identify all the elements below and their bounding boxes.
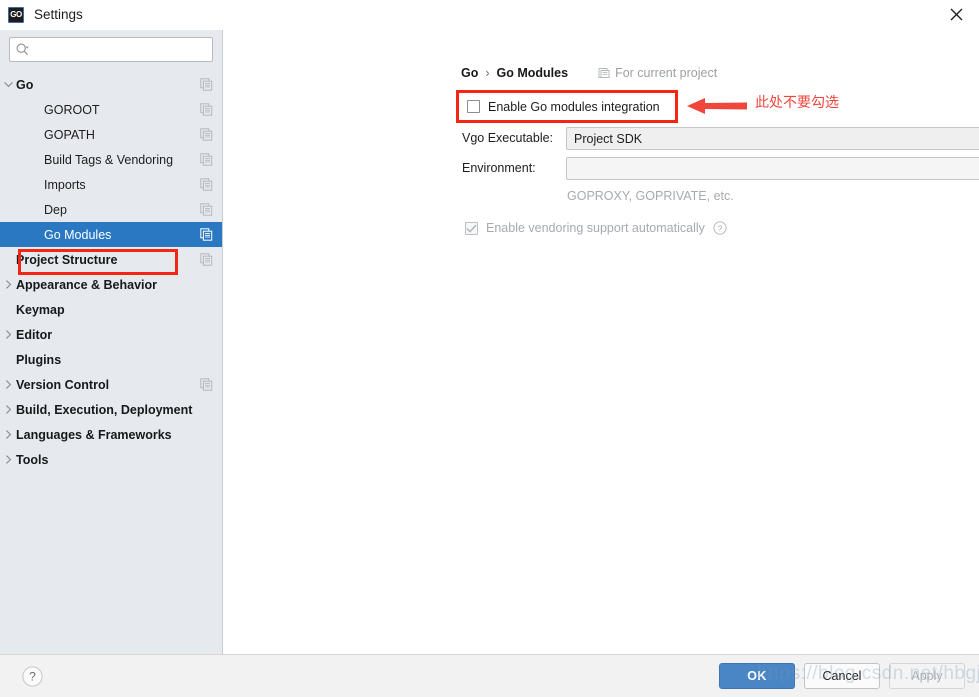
title-bar: GO Settings: [0, 0, 979, 29]
vgo-executable-combo[interactable]: Project SDK 1.15.4: [566, 127, 979, 150]
copy-settings-icon[interactable]: [198, 203, 214, 216]
copy-settings-icon[interactable]: [198, 178, 214, 191]
sidebar-item-label: Build Tags & Vendoring: [44, 152, 174, 167]
project-scope-text: For current project: [615, 66, 718, 80]
sidebar-item-label: Appearance & Behavior: [16, 277, 158, 292]
sidebar-item-label: Go: [16, 77, 34, 92]
environment-label: Environment:: [462, 161, 536, 175]
enable-vendoring-label: Enable vendoring support automatically: [486, 221, 705, 235]
cancel-button[interactable]: Cancel: [804, 663, 880, 689]
sidebar-item-label: Plugins: [16, 352, 62, 367]
dialog-footer: ? OK Cancel Apply: [0, 654, 979, 697]
sidebar-item-project-structure[interactable]: Project Structure: [0, 247, 222, 272]
sidebar-item-dep[interactable]: Dep: [0, 197, 222, 222]
help-circle-icon[interactable]: ?: [713, 221, 727, 235]
sidebar-item-label: Dep: [44, 202, 67, 217]
copy-settings-icon[interactable]: [198, 378, 214, 391]
copy-settings-icon[interactable]: [198, 103, 214, 116]
sidebar-item-languages-frameworks[interactable]: Languages & Frameworks: [0, 422, 222, 447]
sidebar-item-tools[interactable]: Tools: [0, 447, 222, 472]
dialog-body: Go GOROOT GOPATH Build Tags & Vendoring Impo…: [0, 29, 979, 654]
sidebar-item-label: Tools: [16, 452, 49, 467]
sidebar-item-build-execution-deployment[interactable]: Build, Execution, Deployment: [0, 397, 222, 422]
svg-text:?: ?: [718, 223, 723, 233]
copy-settings-icon[interactable]: [198, 78, 214, 91]
enable-go-modules-checkbox[interactable]: [467, 100, 480, 113]
search-box[interactable]: [9, 37, 213, 62]
apply-button: Apply: [889, 663, 965, 689]
copy-settings-icon[interactable]: [198, 153, 214, 166]
sidebar-item-go-modules[interactable]: Go Modules: [0, 222, 222, 247]
settings-dialog: GO Settings Go GOROOT GOPATH Build Tags …: [0, 0, 979, 697]
chevron-right-icon[interactable]: [0, 280, 16, 289]
close-icon[interactable]: [933, 0, 979, 29]
sidebar-item-version-control[interactable]: Version Control: [0, 372, 222, 397]
svg-text:?: ?: [29, 669, 36, 683]
sidebar-item-build-tags-vendoring[interactable]: Build Tags & Vendoring: [0, 147, 222, 172]
sidebar-item-label: Editor: [16, 327, 53, 342]
footer-button-group: OK Cancel Apply: [719, 663, 965, 689]
search-icon: [16, 43, 29, 55]
help-circle-icon[interactable]: ?: [22, 665, 43, 687]
sidebar-item-label: GOROOT: [44, 102, 100, 117]
sidebar-item-label: Project Structure: [16, 252, 118, 267]
chevron-down-icon[interactable]: [0, 81, 16, 88]
copy-settings-icon[interactable]: [198, 228, 214, 241]
chevron-right-icon[interactable]: [0, 330, 16, 339]
search-area: [0, 30, 222, 70]
environment-input[interactable]: [566, 157, 979, 180]
vgo-executable-value: Project SDK: [574, 131, 643, 146]
settings-tree: Go GOROOT GOPATH Build Tags & Vendoring Impo…: [0, 70, 222, 654]
settings-main-panel: Go › Go Modules For current project Enab…: [223, 30, 979, 654]
sidebar-item-gopath[interactable]: GOPATH: [0, 122, 222, 147]
sidebar-item-label: GOPATH: [44, 127, 95, 142]
chevron-right-icon[interactable]: [0, 405, 16, 414]
left-arrow-annotation: [687, 95, 747, 120]
sidebar-item-label: Version Control: [16, 377, 110, 392]
annotation-text: 此处不要勾选: [755, 95, 839, 111]
sidebar-item-appearance-behavior[interactable]: Appearance & Behavior: [0, 272, 222, 297]
goland-go-icon: GO: [8, 6, 24, 23]
sidebar-item-label: Build, Execution, Deployment: [16, 402, 193, 417]
breadcrumb-current: Go Modules: [496, 66, 569, 80]
ok-button[interactable]: OK: [719, 663, 795, 689]
breadcrumb-root[interactable]: Go: [461, 66, 478, 80]
copy-settings-icon[interactable]: [198, 253, 214, 266]
sidebar-item-editor[interactable]: Editor: [0, 322, 222, 347]
breadcrumb: Go › Go Modules For current project: [461, 66, 717, 80]
sidebar-item-label: Keymap: [16, 302, 65, 317]
sidebar-item-label: Languages & Frameworks: [16, 427, 172, 442]
project-scope-icon: [598, 68, 610, 78]
vgo-executable-label: Vgo Executable:: [462, 131, 554, 145]
enable-vendoring-checkbox: [465, 221, 478, 235]
enable-go-modules-label: Enable Go modules integration: [488, 99, 660, 114]
chevron-right-icon[interactable]: [0, 380, 16, 389]
apply-button-label: Apply: [911, 669, 943, 683]
chevron-right-icon[interactable]: [0, 455, 16, 464]
copy-settings-icon[interactable]: [198, 128, 214, 141]
chevron-right-icon[interactable]: [0, 430, 16, 439]
search-input[interactable]: [33, 41, 206, 58]
sidebar-item-goroot[interactable]: GOROOT: [0, 97, 222, 122]
sidebar-item-label: Go Modules: [44, 227, 112, 242]
enable-vendoring-row: Enable vendoring support automatically ?: [465, 221, 727, 235]
ok-button-label: OK: [747, 669, 767, 683]
cancel-button-label: Cancel: [822, 669, 862, 683]
sidebar-item-plugins[interactable]: Plugins: [0, 347, 222, 372]
sidebar-item-keymap[interactable]: Keymap: [0, 297, 222, 322]
sidebar-item-imports[interactable]: Imports: [0, 172, 222, 197]
settings-sidebar: Go GOROOT GOPATH Build Tags & Vendoring Impo…: [0, 30, 223, 654]
breadcrumb-separator: ›: [485, 66, 490, 80]
sidebar-item-label: Imports: [44, 177, 86, 192]
environment-hint: GOPROXY, GOPRIVATE, etc.: [567, 189, 734, 203]
sidebar-item-go[interactable]: Go: [0, 72, 222, 97]
window-title: Settings: [34, 7, 83, 22]
project-scope-label: For current project: [598, 66, 717, 80]
enable-go-modules-row[interactable]: Enable Go modules integration: [456, 90, 678, 123]
